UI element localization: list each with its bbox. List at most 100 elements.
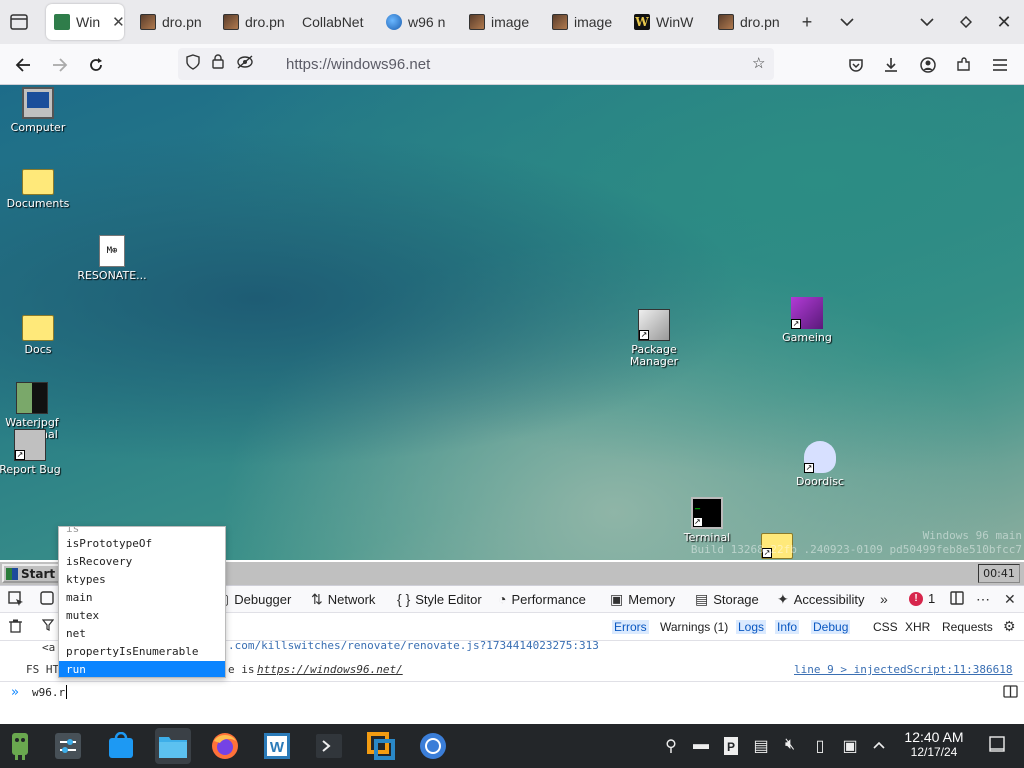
- tab-debugger[interactable]: ▢ Debugger: [216, 591, 291, 608]
- more-tabs-chevron-icon[interactable]: »: [880, 591, 888, 607]
- new-tab-icon[interactable]: +: [796, 11, 818, 33]
- system-settings-icon[interactable]: [50, 728, 86, 764]
- tab-windows96[interactable]: Win ✕: [46, 4, 124, 40]
- minimize-chevron-icon[interactable]: [916, 11, 938, 33]
- tab-winworld[interactable]: W WinW: [626, 4, 702, 40]
- filter-css[interactable]: CSS: [871, 620, 900, 634]
- tab-accessibility[interactable]: ✦ Accessibility: [777, 591, 865, 608]
- autocomplete-item[interactable]: isPrototypeOf: [59, 535, 225, 553]
- desktop-icon-docs[interactable]: Docs: [0, 309, 78, 356]
- desktop-icon-report-bug[interactable]: ↗ Report Bug: [0, 429, 70, 476]
- url-bar[interactable]: https://windows96.net ☆: [178, 48, 774, 80]
- filter-logs[interactable]: Logs: [736, 620, 767, 634]
- file-manager-icon[interactable]: [155, 728, 191, 764]
- desktop-icon-waterjpgf[interactable]: Waterjpgf inal: [0, 382, 72, 441]
- filter-info[interactable]: Info: [775, 620, 800, 634]
- tab-collabnet[interactable]: CollabNet: [294, 4, 372, 40]
- close-devtools-icon[interactable]: ✕: [1004, 591, 1016, 608]
- autocomplete-item[interactable]: propertyIsEnumerable: [59, 643, 225, 661]
- tab-network[interactable]: ⇅ Network: [311, 591, 375, 608]
- bookmark-star-icon[interactable]: ☆: [752, 54, 765, 72]
- discover-store-icon[interactable]: [103, 728, 139, 764]
- tab-memory[interactable]: ▣ Memory: [610, 591, 675, 608]
- forward-arrow-icon[interactable]: [47, 52, 73, 78]
- error-count-indicator[interactable]: ! 1: [909, 591, 935, 606]
- desktop-icon-terminal[interactable]: _ ↗ Terminal: [667, 497, 747, 544]
- tab-performance[interactable]: ◔ Performance: [498, 591, 586, 607]
- firefox-view-icon[interactable]: [8, 11, 30, 33]
- firefox-icon[interactable]: [207, 728, 243, 764]
- console-source-link[interactable]: .com/killswitches/renovate/renovate.js?1…: [228, 639, 599, 652]
- filter-xhr[interactable]: XHR: [903, 620, 932, 634]
- autocomplete-item[interactable]: main: [59, 589, 225, 607]
- lock-icon[interactable]: [212, 54, 224, 73]
- filter-errors[interactable]: Errors: [612, 620, 649, 634]
- desktop-icon-doordisc[interactable]: ↗ Doordisc: [780, 441, 860, 488]
- reload-icon[interactable]: [83, 52, 109, 78]
- autocomplete-item[interactable]: ktypes: [59, 571, 225, 589]
- network-share-tray-icon[interactable]: ⚲: [661, 736, 681, 756]
- filter-warnings[interactable]: Warnings (1): [658, 620, 730, 634]
- responsive-design-icon[interactable]: [40, 591, 54, 605]
- pocket-icon[interactable]: [843, 52, 869, 78]
- hamburger-menu-icon[interactable]: [987, 52, 1013, 78]
- autocomplete-item[interactable]: mutex: [59, 607, 225, 625]
- tab-label: Storage: [713, 592, 759, 607]
- back-arrow-icon[interactable]: [10, 52, 36, 78]
- clipboard-panel-tray-icon[interactable]: ▬: [691, 736, 711, 754]
- tab-style-editor[interactable]: { } Style Editor: [397, 591, 482, 607]
- console-source-link[interactable]: line 9 > injectedScript:11:386618: [794, 663, 1013, 676]
- start-button[interactable]: Start: [2, 564, 62, 583]
- autocomplete-item-selected[interactable]: run: [59, 661, 225, 677]
- downloads-icon[interactable]: [878, 52, 904, 78]
- tracking-off-icon[interactable]: [236, 54, 254, 74]
- desktop-icon-resonate[interactable]: M⊕ RESONATE...: [72, 235, 152, 282]
- clipboard-tray-icon[interactable]: ▤: [751, 736, 771, 756]
- close-tab-icon[interactable]: ✕: [112, 13, 124, 31]
- volume-muted-tray-icon[interactable]: 🔇︎: [780, 736, 800, 754]
- virtualbox-icon[interactable]: [363, 728, 399, 764]
- app-launcher-icon[interactable]: [2, 728, 38, 764]
- tray-expand-chevron-icon[interactable]: [869, 736, 889, 754]
- tab-image[interactable]: image: [461, 4, 537, 40]
- chromium-icon[interactable]: [415, 728, 451, 764]
- winworld-app-icon[interactable]: W: [259, 728, 295, 764]
- battery-tray-icon[interactable]: ▯: [810, 736, 830, 756]
- filter-requests[interactable]: Requests: [940, 620, 995, 634]
- extensions-icon[interactable]: [951, 52, 977, 78]
- autocomplete-item[interactable]: isRecovery: [59, 553, 225, 571]
- tab-image[interactable]: dro.pn: [132, 4, 208, 40]
- console-url-link[interactable]: https://windows96.net/: [257, 663, 403, 676]
- console-settings-gear-icon[interactable]: ⚙: [1003, 618, 1016, 635]
- desktop-icon-gameing[interactable]: ↗ Gameing: [767, 297, 847, 344]
- devtools-menu-icon[interactable]: ⋯: [976, 591, 990, 608]
- display-tray-icon[interactable]: ▣: [840, 736, 860, 756]
- autocomplete-item[interactable]: is: [59, 527, 225, 535]
- tab-image[interactable]: dro.pn: [710, 4, 786, 40]
- tab-image[interactable]: image: [544, 4, 620, 40]
- tab-w96[interactable]: w96 n: [378, 4, 454, 40]
- desktop-icon-package-manager[interactable]: ↗ Package Manager: [614, 309, 694, 368]
- shield-icon[interactable]: [186, 54, 200, 74]
- autocomplete-item[interactable]: net: [59, 625, 225, 643]
- desktop-icon-computer[interactable]: Computer: [0, 87, 78, 134]
- filter-funnel-icon[interactable]: [42, 619, 54, 631]
- account-icon[interactable]: [915, 52, 941, 78]
- maximize-icon[interactable]: [955, 11, 977, 33]
- dock-side-icon[interactable]: [950, 591, 964, 605]
- tab-storage[interactable]: ▤ Storage: [695, 591, 759, 608]
- show-desktop-icon[interactable]: [987, 736, 1007, 757]
- close-window-icon[interactable]: ✕: [993, 11, 1015, 33]
- tab-image[interactable]: dro.pn: [215, 4, 291, 40]
- list-all-tabs-icon[interactable]: [836, 11, 858, 33]
- element-picker-icon[interactable]: [8, 591, 24, 607]
- editor-mode-icon[interactable]: [1003, 685, 1018, 701]
- konsole-terminal-icon[interactable]: [311, 728, 347, 764]
- filter-debug[interactable]: Debug: [811, 620, 851, 634]
- os-clock[interactable]: 12:40 AM 12/17/24: [896, 730, 972, 760]
- console-input[interactable]: w96.r: [32, 686, 65, 699]
- clear-console-trash-icon[interactable]: [9, 619, 22, 633]
- windows96-desktop[interactable]: Computer Documents M⊕ RESONATE... Docs W…: [0, 85, 1024, 560]
- parking-tray-icon[interactable]: P: [721, 736, 741, 761]
- desktop-icon-documents[interactable]: Documents: [0, 163, 78, 210]
